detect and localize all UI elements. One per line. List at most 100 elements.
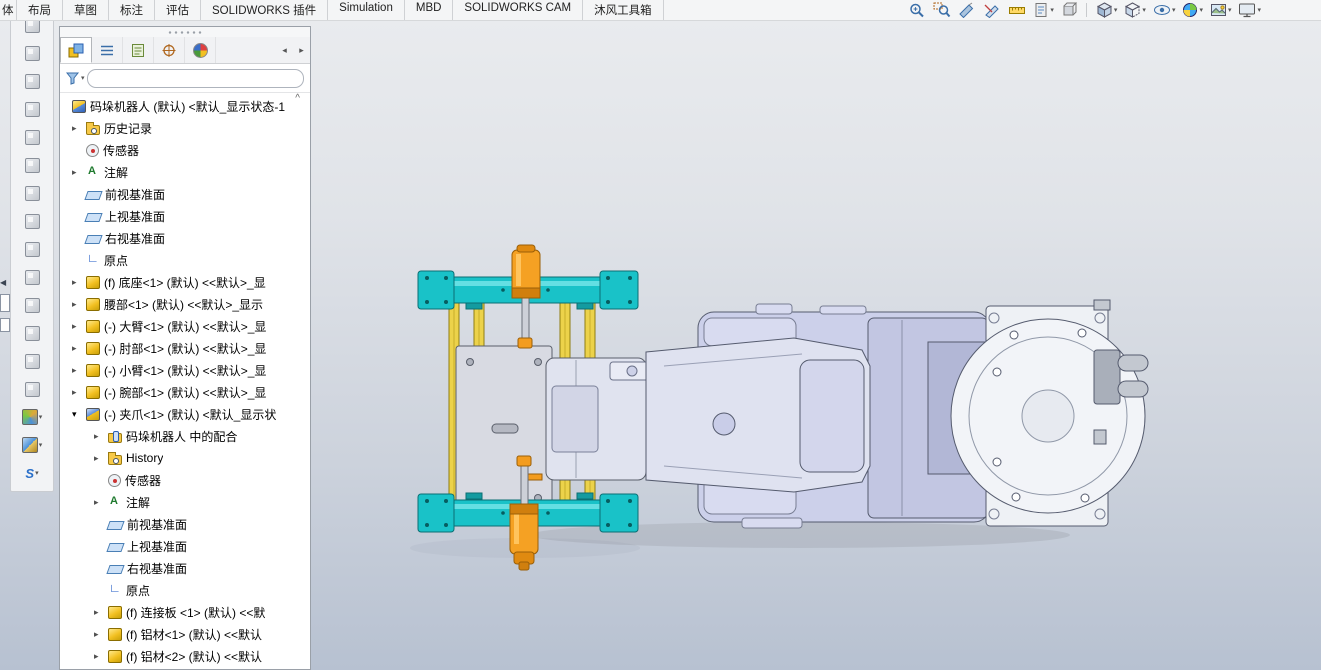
reference-geometry-icon[interactable]: [13, 207, 51, 235]
explode-line-sketch-icon[interactable]: [13, 319, 51, 347]
mass-properties-icon[interactable]: ▾: [1031, 1, 1056, 19]
model-arm-body[interactable]: [645, 303, 991, 529]
exploded-view-icon[interactable]: [13, 291, 51, 319]
tree-item-wrist-part[interactable]: (-) 腕部<1> (默认) <<默认>_显: [60, 381, 310, 403]
tree-item-bigarm-part[interactable]: (-) 大臂<1> (默认) <<默认>_显: [60, 315, 310, 337]
collapse-arrow-icon[interactable]: [72, 409, 86, 420]
panel-tab-scroll-right-icon[interactable]: [293, 37, 310, 63]
expand-arrow-icon[interactable]: [72, 123, 86, 134]
tree-item-sub-front-plane[interactable]: 前视基准面: [60, 513, 310, 535]
tab-configuration-manager[interactable]: [123, 37, 154, 63]
tree-item-connect-plate-part[interactable]: (f) 连接板 <1> (默认) <<默: [60, 601, 310, 623]
tree-item-elbow-part[interactable]: (-) 肘部<1> (默认) <<默认>_显: [60, 337, 310, 359]
tree-item-waist-part[interactable]: 腰部<1> (默认) <<默认>_显示: [60, 293, 310, 315]
panel-tab-scroll-left-icon[interactable]: [276, 37, 293, 63]
expand-arrow-icon[interactable]: [94, 497, 108, 508]
display-style-icon[interactable]: ▾: [1122, 1, 1148, 19]
dynamic-section-icon[interactable]: [981, 1, 1003, 19]
mate-icon[interactable]: [13, 39, 51, 67]
tree-item-sub-right-plane[interactable]: 右视基准面: [60, 557, 310, 579]
expand-arrow-icon[interactable]: [72, 365, 86, 376]
expand-arrow-icon[interactable]: [94, 431, 108, 442]
part-icon: [86, 385, 100, 399]
tree-item-origin[interactable]: 原点: [60, 249, 310, 271]
assembly-features-icon[interactable]: [13, 179, 51, 207]
tree-item-front-plane[interactable]: 前视基准面: [60, 183, 310, 205]
menu-tab-mbd[interactable]: MBD: [405, 0, 454, 20]
menu-tab-evaluate[interactable]: 评估: [155, 0, 201, 20]
panel-collapse-arrow-icon[interactable]: [0, 278, 6, 287]
expand-arrow-icon[interactable]: [94, 607, 108, 618]
tree-item-gripper-subassembly[interactable]: (-) 夹爪<1> (默认) <默认_显示状: [60, 403, 310, 425]
tree-item-top-plane[interactable]: 上视基准面: [60, 205, 310, 227]
instant3d-icon[interactable]: [13, 375, 51, 403]
measure-icon[interactable]: [1006, 1, 1028, 19]
tree-filter-input[interactable]: [86, 68, 304, 88]
new-motion-study-icon[interactable]: [13, 235, 51, 263]
tree-item-profile2-part[interactable]: (f) 铝材<2> (默认) <<默认: [60, 645, 310, 667]
tree-item-history[interactable]: 历史记录: [60, 117, 310, 139]
linear-component-pattern-icon[interactable]: [13, 67, 51, 95]
spline-tool-icon[interactable]: ▾: [13, 459, 51, 487]
apply-scene-icon[interactable]: ▾: [1208, 1, 1234, 19]
view-orientation-icon[interactable]: ▾: [1094, 1, 1120, 19]
tab-dimxpert-manager[interactable]: [154, 37, 185, 63]
menu-tab-solidworks-cam[interactable]: SOLIDWORKS CAM: [453, 0, 584, 20]
expand-arrow-icon[interactable]: [94, 651, 108, 662]
tree-item-base-part[interactable]: (f) 底座<1> (默认) <<默认>_显: [60, 271, 310, 293]
expand-arrow-icon[interactable]: [72, 277, 86, 288]
tree-item-sub-origin[interactable]: 原点: [60, 579, 310, 601]
expand-arrow-icon[interactable]: [94, 453, 108, 464]
tab-feature-manager-tree[interactable]: [60, 37, 92, 63]
update-view-icon[interactable]: [1059, 1, 1079, 19]
zoom-to-area-icon[interactable]: [931, 1, 953, 19]
tree-item-root-assembly[interactable]: 码垛机器人 (默认) <默认_显示状态-1: [60, 95, 310, 117]
display-style-cube-icon[interactable]: ▾: [13, 431, 51, 459]
menu-tab-annotate[interactable]: 标注: [109, 0, 155, 20]
tree-item-sub-sensors[interactable]: 传感器: [60, 469, 310, 491]
view-orientation-cube-icon[interactable]: ▾: [13, 403, 51, 431]
tree-item-mates-in-assembly[interactable]: 码垛机器人 中的配合: [60, 425, 310, 447]
expand-arrow-icon[interactable]: [72, 321, 86, 332]
panel-drag-handle[interactable]: [60, 27, 310, 37]
model-wrist[interactable]: [545, 357, 655, 481]
menu-tab-layout[interactable]: 布局: [17, 0, 63, 20]
bill-of-materials-icon[interactable]: [13, 263, 51, 291]
show-hidden-components-icon[interactable]: [13, 151, 51, 179]
expand-arrow-icon[interactable]: [72, 387, 86, 398]
menu-tab-addins[interactable]: SOLIDWORKS 插件: [201, 0, 329, 20]
filter-funnel-icon[interactable]: [66, 72, 80, 85]
filter-dropdown-icon[interactable]: ▾: [81, 74, 85, 82]
tree-item-sub-top-plane[interactable]: 上视基准面: [60, 535, 310, 557]
menu-tab-mufeng-toolbox[interactable]: 沐风工具箱: [583, 0, 664, 20]
expand-arrow-icon[interactable]: [72, 299, 86, 310]
tree-item-sub-annotations[interactable]: 注解: [60, 491, 310, 513]
tab-property-manager[interactable]: [92, 37, 123, 63]
section-view-icon[interactable]: [956, 1, 978, 19]
tree-item-sensors[interactable]: 传感器: [60, 139, 310, 161]
hide-show-items-icon[interactable]: ▾: [1151, 1, 1178, 19]
menu-bar: 体 布局 草图 标注 评估 SOLIDWORKS 插件 Simulation M…: [0, 0, 1321, 21]
expand-arrow-icon[interactable]: [72, 343, 86, 354]
expand-arrow-icon[interactable]: [72, 167, 86, 178]
view-settings-icon[interactable]: ▾: [1236, 1, 1263, 19]
tree-item-clipped[interactable]: [60, 667, 310, 669]
move-component-icon[interactable]: [13, 123, 51, 151]
interference-detection-icon[interactable]: [13, 347, 51, 375]
model-connector-plate[interactable]: [455, 345, 553, 515]
model-cylinder-top[interactable]: [511, 244, 541, 349]
smart-fasteners-icon[interactable]: [13, 95, 51, 123]
zoom-to-fit-icon[interactable]: [906, 1, 928, 19]
tab-display-manager[interactable]: [185, 37, 216, 63]
tree-item-sub-history[interactable]: History: [60, 447, 310, 469]
tree-item-annotations[interactable]: 注解: [60, 161, 310, 183]
menu-tab-sketch[interactable]: 草图: [63, 0, 109, 20]
edit-appearance-icon[interactable]: ▾: [1180, 1, 1205, 19]
tree-scroll-up[interactable]: ^: [295, 93, 300, 104]
menu-tab-assembly-partial[interactable]: 体: [0, 0, 17, 20]
tree-item-profile1-part[interactable]: (f) 铝材<1> (默认) <<默认: [60, 623, 310, 645]
tree-item-right-plane[interactable]: 右视基准面: [60, 227, 310, 249]
menu-tab-simulation[interactable]: Simulation: [328, 0, 405, 20]
expand-arrow-icon[interactable]: [94, 629, 108, 640]
tree-item-smallarm-part[interactable]: (-) 小臂<1> (默认) <<默认>_显: [60, 359, 310, 381]
